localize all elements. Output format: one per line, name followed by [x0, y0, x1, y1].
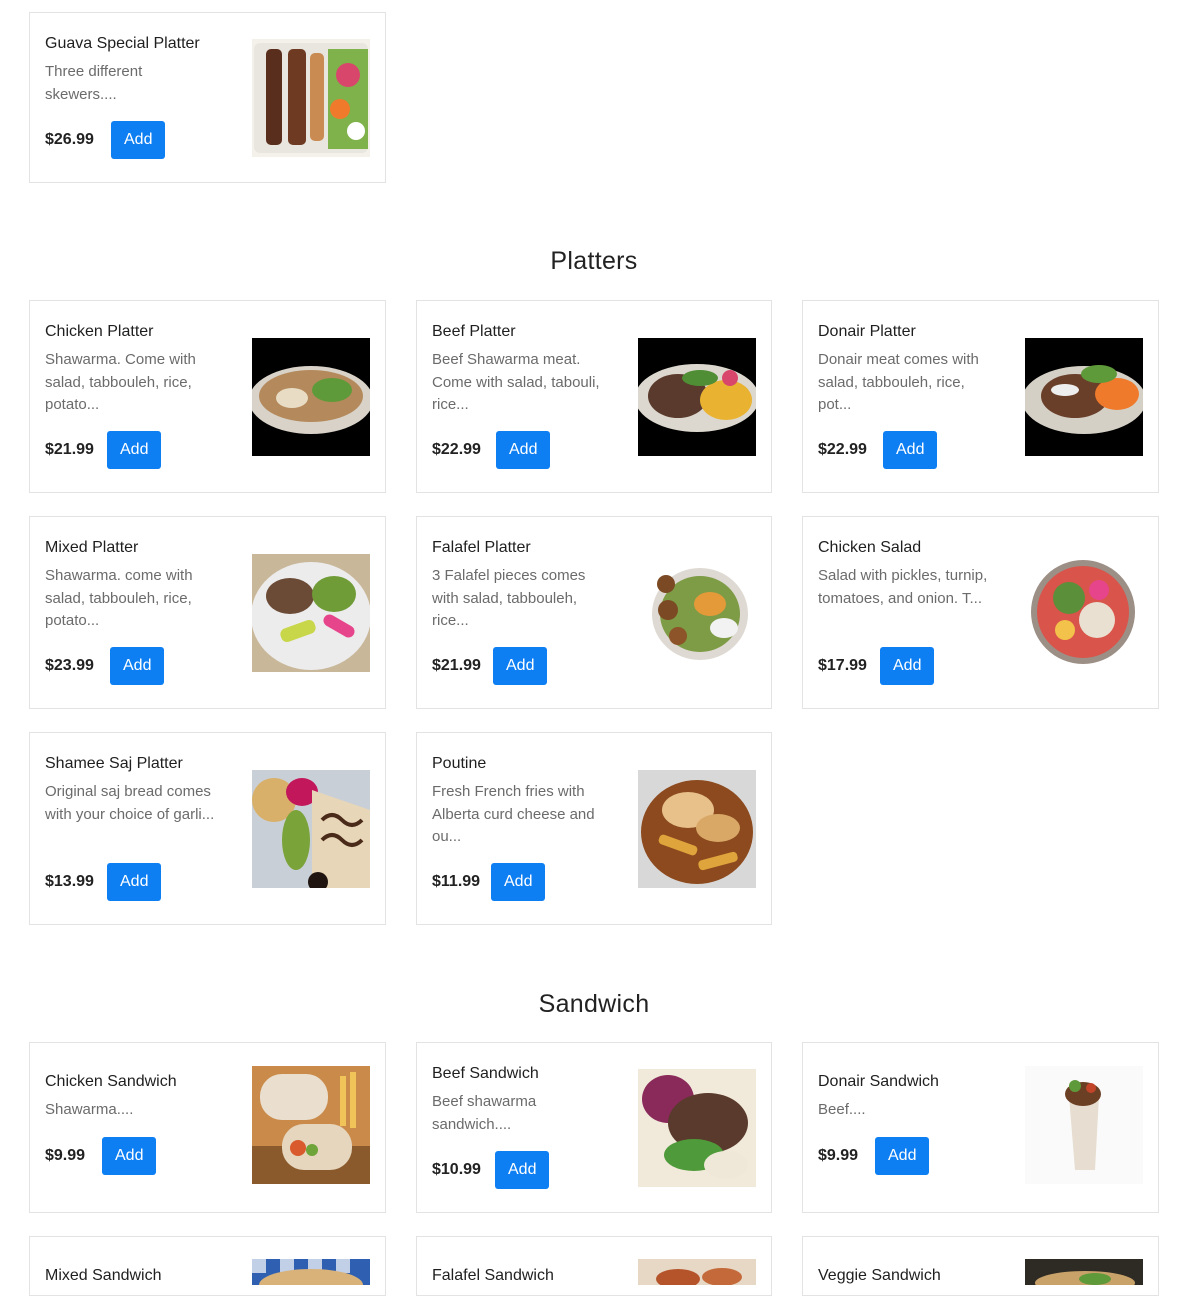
menu-item-price: $9.99 — [818, 1147, 859, 1164]
add-to-cart-button[interactable]: Add — [107, 431, 162, 469]
menu-item-name: Falafel Platter — [432, 539, 531, 556]
menu-item-image[interactable] — [638, 554, 756, 672]
add-to-cart-button[interactable]: Add — [493, 647, 548, 685]
menu-item-card[interactable]: Veggie Sandwich — [802, 1236, 1159, 1296]
menu-item-image[interactable] — [252, 338, 370, 456]
menu-item-description: Donair meat comes with salad, tabbouleh,… — [818, 351, 979, 413]
menu-item-price: $13.99 — [45, 873, 94, 890]
menu-item-description: Original saj bread comes with your choic… — [45, 783, 215, 823]
menu-item-card[interactable]: Mixed Platter Shawarma. come with salad,… — [29, 516, 386, 709]
menu-item-description: Three different skewers.... — [45, 63, 143, 103]
menu-item-price: $21.99 — [432, 657, 481, 674]
menu-item-name: Mixed Platter — [45, 539, 139, 556]
menu-item-name: Donair Platter — [818, 323, 916, 340]
menu-item-card[interactable]: Falafel Platter 3 Falafel pieces comes w… — [416, 516, 772, 709]
menu-item-card[interactable]: Falafel Sandwich — [416, 1236, 772, 1296]
menu-item-card[interactable]: Chicken Platter Shawarma. Come with sala… — [29, 300, 386, 493]
menu-item-price: $23.99 — [45, 657, 94, 674]
section-title-platters: Platters — [550, 247, 638, 275]
add-to-cart-button[interactable]: Add — [875, 1137, 930, 1175]
menu-item-price: $17.99 — [818, 657, 867, 674]
menu-item-description: 3 Falafel pieces comes with salad, tabbo… — [432, 567, 586, 629]
menu-item-name: Beef Platter — [432, 323, 516, 340]
menu-item-card[interactable]: Chicken Salad Salad with pickles, turnip… — [802, 516, 1159, 709]
menu-item-price: $26.99 — [45, 131, 94, 148]
add-to-cart-button[interactable]: Add — [111, 121, 166, 159]
menu-item-card[interactable]: Beef Sandwich Beef shawarma sandwich....… — [416, 1042, 772, 1213]
menu-item-price: $21.99 — [45, 441, 94, 458]
menu-item-name: Mixed Sandwich — [45, 1267, 162, 1284]
menu-item-description: Beef.... — [818, 1101, 866, 1118]
menu-item-description: Beef shawarma sandwich.... — [432, 1093, 537, 1133]
menu-item-description: Fresh French fries with Alberta curd che… — [432, 783, 595, 845]
add-to-cart-button[interactable]: Add — [102, 1137, 157, 1175]
menu-item-description: Beef Shawarma meat. Come with salad, tab… — [432, 351, 600, 413]
menu-item-image[interactable] — [1025, 1066, 1143, 1184]
menu-item-card[interactable]: Beef Platter Beef Shawarma meat. Come wi… — [416, 300, 772, 493]
menu-item-card[interactable]: Mixed Sandwich — [29, 1236, 386, 1296]
menu-item-name: Poutine — [432, 755, 487, 772]
menu-item-price: $22.99 — [818, 441, 867, 458]
menu-item-image[interactable] — [252, 1066, 370, 1184]
menu-item-card[interactable]: Chicken Sandwich Shawarma.... $9.99 Add — [29, 1042, 386, 1213]
add-to-cart-button[interactable]: Add — [880, 647, 935, 685]
menu-item-image[interactable] — [252, 1259, 370, 1285]
menu-item-image[interactable] — [252, 554, 370, 672]
menu-item-image[interactable] — [252, 39, 370, 157]
menu-item-price: $22.99 — [432, 441, 481, 458]
menu-item-image[interactable] — [638, 1259, 756, 1285]
menu-item-image[interactable] — [1025, 554, 1143, 672]
menu-item-card[interactable]: Donair Platter Donair meat comes with sa… — [802, 300, 1159, 493]
menu-item-image[interactable] — [1025, 1259, 1143, 1285]
menu-item-price: $10.99 — [432, 1161, 481, 1178]
menu-item-name: Chicken Salad — [818, 539, 922, 556]
menu-item-description: Shawarma. Come with salad, tabbouleh, ri… — [45, 351, 196, 413]
menu-item-description: Shawarma.... — [45, 1101, 134, 1118]
menu-item-image[interactable] — [638, 770, 756, 888]
menu-item-name: Beef Sandwich — [432, 1065, 539, 1082]
menu-item-price: $9.99 — [45, 1147, 86, 1164]
menu-item-price: $11.99 — [432, 873, 481, 890]
menu-item-name: Guava Special Platter — [45, 35, 200, 52]
menu-item-image[interactable] — [252, 770, 370, 888]
menu-item-name: Veggie Sandwich — [818, 1267, 941, 1284]
add-to-cart-button[interactable]: Add — [495, 1151, 550, 1189]
menu-item-description: Salad with pickles, turnip, tomatoes, an… — [818, 567, 988, 607]
menu-item-description: Shawarma. come with salad, tabbouleh, ri… — [45, 567, 193, 629]
menu-item-name: Chicken Sandwich — [45, 1073, 177, 1090]
menu-item-card[interactable]: Donair Sandwich Beef.... $9.99 Add — [802, 1042, 1159, 1213]
menu-item-card[interactable]: Shamee Saj Platter Original saj bread co… — [29, 732, 386, 925]
section-title-sandwich: Sandwich — [538, 990, 650, 1018]
add-to-cart-button[interactable]: Add — [107, 863, 162, 901]
add-to-cart-button[interactable]: Add — [496, 431, 551, 469]
menu-item-image[interactable] — [638, 338, 756, 456]
menu-item-card[interactable]: Guava Special Platter Three different sk… — [29, 12, 386, 183]
menu-item-card[interactable]: Poutine Fresh French fries with Alberta … — [416, 732, 772, 925]
add-to-cart-button[interactable]: Add — [883, 431, 938, 469]
menu-item-name: Falafel Sandwich — [432, 1267, 554, 1284]
menu-item-name: Shamee Saj Platter — [45, 755, 183, 772]
menu-item-image[interactable] — [638, 1069, 756, 1187]
add-to-cart-button[interactable]: Add — [491, 863, 546, 901]
menu-item-name: Donair Sandwich — [818, 1073, 939, 1090]
menu-item-image[interactable] — [1025, 338, 1143, 456]
menu-item-name: Chicken Platter — [45, 323, 154, 340]
add-to-cart-button[interactable]: Add — [110, 647, 165, 685]
